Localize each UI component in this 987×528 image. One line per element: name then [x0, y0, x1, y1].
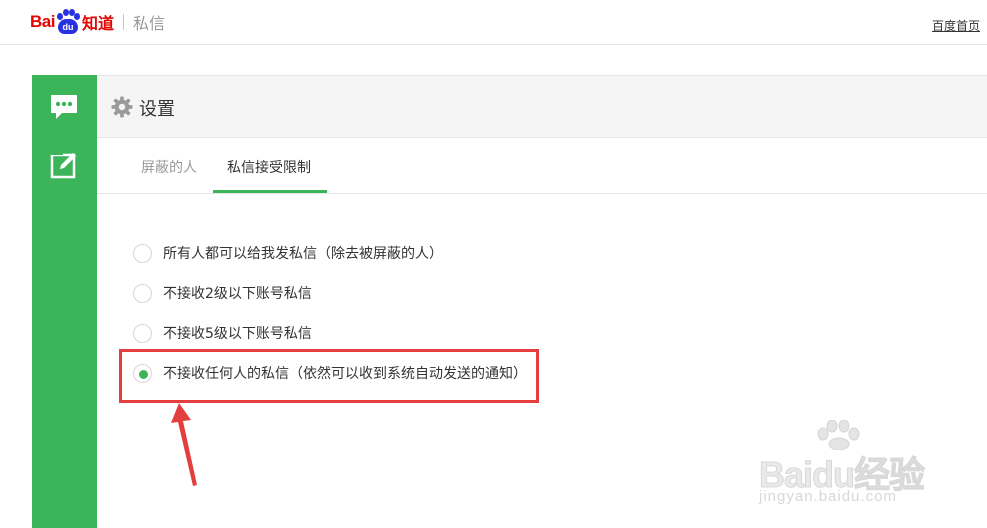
radio-option-allow-all[interactable]: 所有人都可以给我发私信（除去被屏蔽的人）	[133, 242, 443, 264]
logo-divider	[122, 14, 124, 30]
sidebar-item-messages[interactable]	[48, 91, 80, 123]
logo-product-text: 知道	[81, 14, 114, 33]
chat-bubble-icon	[51, 95, 77, 119]
logo-bai-text: Bai	[30, 12, 55, 31]
top-bar: Bai du 知道 私信 百度首页	[0, 0, 987, 45]
radio-button[interactable]	[133, 283, 152, 303]
active-tab-indicator	[213, 190, 327, 193]
annotation-highlight-box	[119, 349, 539, 403]
radio-option-label: 所有人都可以给我发私信（除去被屏蔽的人）	[163, 246, 443, 262]
tab-blocked-users[interactable]: 屏蔽的人	[141, 157, 197, 177]
radio-option-label: 不接收2级以下账号私信	[163, 286, 312, 302]
settings-tabs: 屏蔽的人 私信接受限制	[97, 139, 987, 194]
sidebar	[32, 75, 97, 528]
watermark-url: jingyan.baidu.com	[759, 488, 897, 505]
paw-icon: du	[56, 9, 80, 35]
sidebar-item-compose[interactable]	[48, 149, 80, 181]
radio-option-block-below-level-5[interactable]: 不接收5级以下账号私信	[133, 322, 312, 344]
section-title: 私信	[132, 14, 165, 33]
edit-icon	[50, 152, 76, 179]
baidu-zhidao-logo[interactable]: Bai du 知道 私信	[30, 7, 165, 37]
radio-button[interactable]	[133, 323, 152, 343]
baidu-jingyan-watermark: Baidu经验 jingyan.baidu.com	[755, 420, 965, 515]
radio-option-block-below-level-2[interactable]: 不接收2级以下账号私信	[133, 282, 312, 304]
page-title: 设置	[139, 99, 175, 120]
panel-header: 设置	[97, 76, 987, 138]
annotation-arrow-icon	[171, 403, 197, 486]
baidu-home-link[interactable]: 百度首页	[932, 17, 980, 34]
logo-du-text: du	[57, 19, 78, 34]
tab-message-restrictions[interactable]: 私信接受限制	[227, 157, 311, 177]
radio-option-label: 不接收5级以下账号私信	[163, 326, 312, 342]
radio-button[interactable]	[133, 243, 152, 263]
gear-icon	[111, 96, 133, 118]
